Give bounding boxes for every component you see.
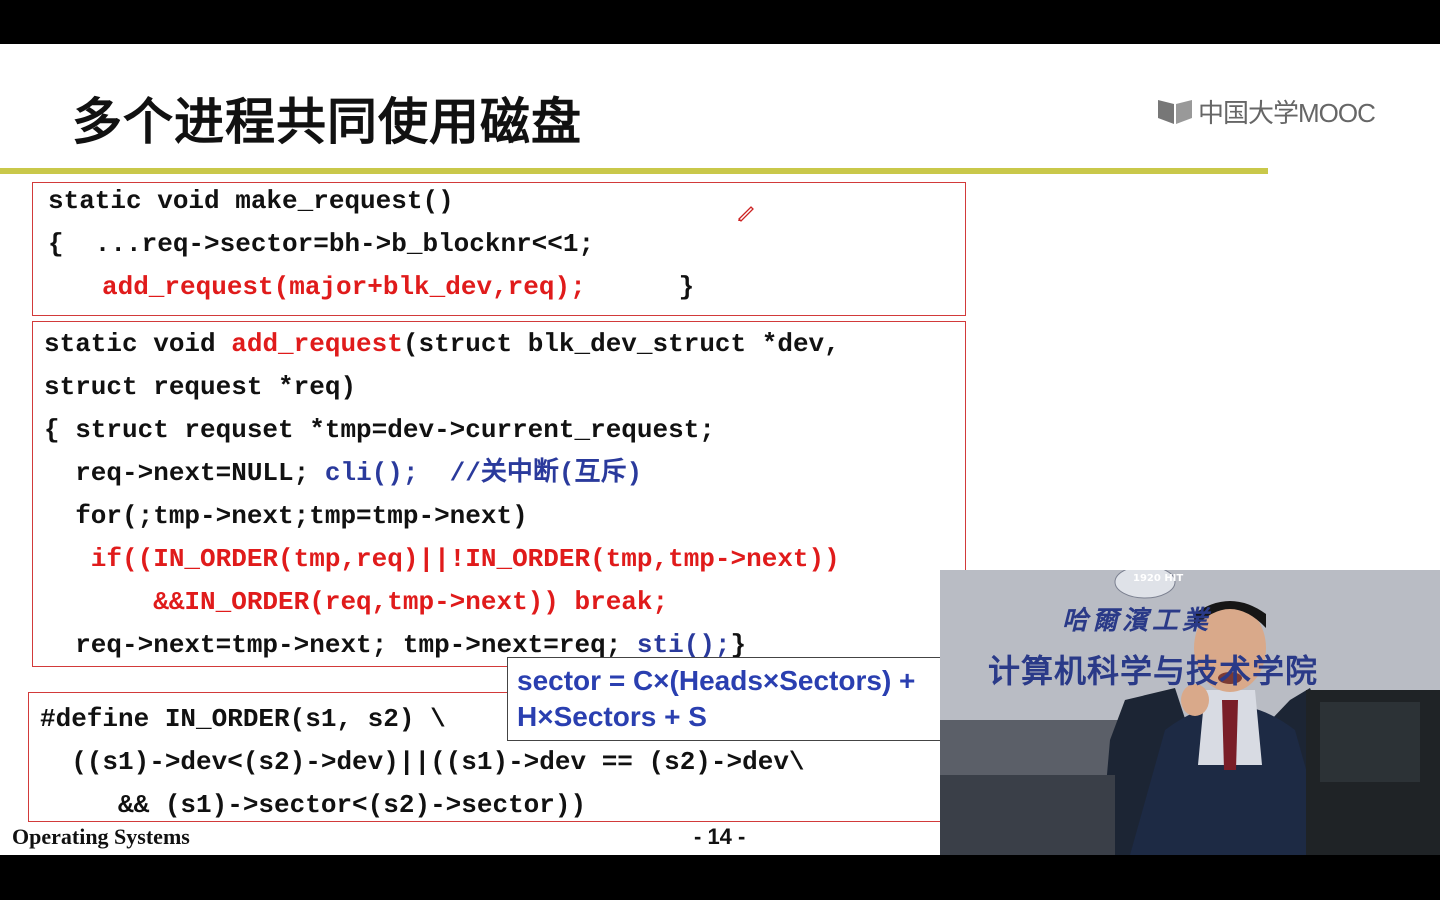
code-token: req->next=NULL; xyxy=(44,458,325,488)
formula-line-2: H×Sectors + S xyxy=(517,701,707,732)
code-line: struct request *req) xyxy=(44,372,357,402)
mooc-logo-icon xyxy=(1158,100,1192,124)
code-line-highlight: add_request(major+blk_dev,req); xyxy=(102,272,586,302)
video-letterbox-bottom xyxy=(0,855,1440,900)
slide-title: 多个进程共同使用磁盘 xyxy=(72,93,582,151)
code-line: #define IN_ORDER(s1, s2) \ xyxy=(40,704,446,734)
code-token: (struct blk_dev_struct *dev, xyxy=(402,329,840,359)
code-token: } xyxy=(730,630,747,660)
code-token-sti: sti(); xyxy=(636,630,731,660)
code-line: ((s1)->dev<(s2)->dev)||((s1)->dev == (s2… xyxy=(40,747,805,777)
code-line: } xyxy=(663,272,695,302)
code-line-highlight: &&IN_ORDER(req,tmp->next)) break; xyxy=(44,587,669,617)
title-divider xyxy=(0,168,1268,174)
code-comment: cli(); //关中断(互斥) xyxy=(324,458,643,488)
mooc-logo: 中国大学MOOC xyxy=(1156,94,1376,128)
code-token-function: add_request xyxy=(231,329,403,359)
code-token: static void xyxy=(44,329,232,359)
webcam-banner-line2: 计算机科学与技术学院 xyxy=(988,652,1319,690)
code-line: req->next=tmp->next; tmp->next=req; sti(… xyxy=(44,630,746,660)
page-number: - 14 - xyxy=(694,824,746,849)
webcam-overlay: 1920 HIT 哈爾濱工業 计算机科学与技术学院 xyxy=(940,570,1440,855)
course-footer: Operating Systems xyxy=(12,824,190,849)
code-line: { struct requset *tmp=dev->current_reque… xyxy=(44,415,715,445)
video-letterbox-top xyxy=(0,0,1440,44)
code-line: && (s1)->sector<(s2)->sector)) xyxy=(40,790,587,820)
webcam-banner-line1: 哈爾濱工業 xyxy=(1062,606,1213,636)
code-line: static void make_request() xyxy=(48,186,454,216)
mooc-logo-text: 中国大学MOOC xyxy=(1198,97,1376,128)
formula-line-1: sector = C×(Heads×Sectors) + xyxy=(517,665,916,696)
code-token: req->next=tmp->next; tmp->next=req; xyxy=(44,630,637,660)
code-line: { ...req->sector=bh->b_blocknr<<1; xyxy=(48,229,595,259)
webcam-emblem-text: 1920 HIT xyxy=(1133,573,1184,584)
code-line: static void add_request(struct blk_dev_s… xyxy=(44,329,840,359)
pen-cursor-icon xyxy=(738,206,754,222)
formula-callout: sector = C×(Heads×Sectors) + H×Sectors +… xyxy=(507,657,947,741)
code-line-highlight: if((IN_ORDER(tmp,req)||!IN_ORDER(tmp,tmp… xyxy=(44,544,840,574)
code-line: req->next=NULL; cli(); //关中断(互斥) xyxy=(44,458,642,488)
code-line: for(;tmp->next;tmp=tmp->next) xyxy=(44,501,528,531)
